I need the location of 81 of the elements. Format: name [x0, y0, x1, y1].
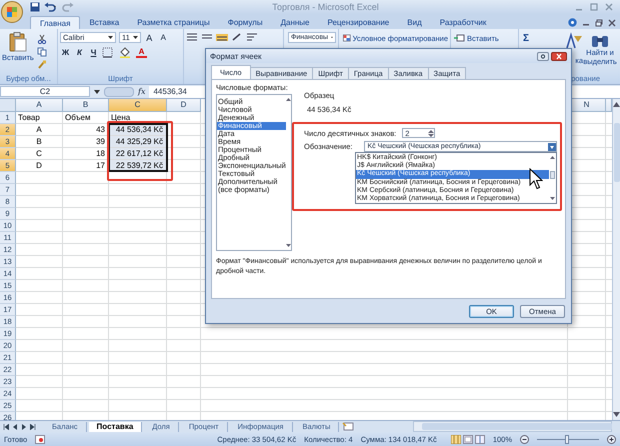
- bold-button[interactable]: Ж: [60, 47, 71, 58]
- name-box[interactable]: C2: [0, 86, 90, 97]
- table-cell-text: 43: [95, 124, 106, 135]
- column-header[interactable]: C: [109, 99, 167, 112]
- scroll-down-icon[interactable]: [613, 412, 620, 418]
- orientation-icon[interactable]: [231, 32, 243, 42]
- dropdown-icon: [108, 36, 113, 39]
- scrollbar-thumb[interactable]: [550, 171, 555, 179]
- close-icon[interactable]: [608, 18, 616, 26]
- wrap-icon[interactable]: [246, 32, 258, 42]
- new-sheet-icon[interactable]: [341, 422, 356, 431]
- zoom-in-icon[interactable]: [607, 434, 616, 444]
- align-top-icon[interactable]: [186, 32, 198, 42]
- dropdown-icon: [132, 36, 138, 39]
- help-icon[interactable]: [568, 18, 577, 27]
- shrink-font-button[interactable]: A: [158, 32, 169, 43]
- font-color-button[interactable]: A: [136, 47, 147, 58]
- close-icon[interactable]: [551, 52, 567, 60]
- ribbon-tab[interactable]: Вид: [398, 16, 431, 29]
- sheet-tab[interactable]: Поставка: [88, 422, 142, 432]
- table-cell-text: 18: [95, 148, 106, 159]
- save-icon[interactable]: [30, 2, 40, 12]
- insert-row-icon: [454, 33, 465, 43]
- table-cell-text: C: [35, 148, 43, 159]
- copy-icon[interactable]: [36, 47, 47, 57]
- clipboard-icon: [8, 32, 27, 52]
- scissors-icon[interactable]: [36, 34, 47, 44]
- undo-icon[interactable]: [44, 2, 58, 12]
- first-sheet-icon[interactable]: [3, 424, 9, 430]
- italic-button[interactable]: К: [74, 47, 85, 58]
- table-cell-text: Цена: [110, 112, 132, 123]
- table-icon: [343, 33, 351, 43]
- ribbon-tab[interactable]: Данные: [272, 16, 318, 29]
- ribbon-tab[interactable]: Вставка: [80, 16, 128, 29]
- underline-button[interactable]: Ч: [88, 47, 99, 58]
- scroll-up-icon[interactable]: [613, 101, 620, 107]
- column-header[interactable]: A: [16, 99, 63, 112]
- table-cell-text: D: [35, 160, 43, 171]
- spin-arrows-icon: [428, 128, 434, 138]
- scroll-down-icon[interactable]: [286, 244, 291, 247]
- zoom-slider-thumb[interactable]: [565, 434, 569, 444]
- column-header[interactable]: D: [167, 99, 201, 112]
- ribbon-tab[interactable]: Разработчик: [430, 16, 496, 29]
- selection-frame: [108, 123, 168, 172]
- table-cell-text: Товар: [17, 112, 41, 123]
- table-cell-text: 39: [95, 136, 106, 147]
- table-cell-text: B: [35, 136, 43, 147]
- table-cell-text: Объем: [64, 112, 92, 123]
- page-layout-icon[interactable]: [462, 434, 473, 444]
- next-sheet-icon[interactable]: [21, 424, 27, 430]
- window-title: Торговля - Microsoft Excel: [271, 2, 380, 12]
- table-cell-text: A: [35, 124, 43, 135]
- zoom-out-icon[interactable]: [520, 434, 529, 444]
- table-cell-text: 17: [95, 160, 106, 171]
- ribbon-tab[interactable]: Разметка страницы: [128, 16, 219, 29]
- restore-icon[interactable]: [595, 18, 603, 26]
- help-icon[interactable]: [537, 52, 549, 60]
- fill-bucket-icon[interactable]: [119, 47, 133, 58]
- table-cell: 22 617,12 Kč: [109, 148, 166, 159]
- highlight-frame: [107, 121, 173, 181]
- ribbon-tab[interactable]: Главная: [30, 16, 80, 29]
- macro-record-icon[interactable]: [35, 434, 46, 444]
- align-bottom-icon[interactable]: [216, 32, 228, 42]
- table-cell: 44 325,29 Kč: [109, 136, 166, 147]
- function-label[interactable]: fx: [138, 87, 146, 96]
- scroll-down-icon[interactable]: [550, 197, 555, 200]
- grow-font-button[interactable]: A: [144, 32, 155, 43]
- last-sheet-icon[interactable]: [30, 424, 36, 430]
- scroll-up-icon[interactable]: [550, 156, 555, 159]
- scrollbar-thumb[interactable]: [614, 123, 620, 182]
- dialog-title: Формат ячеек: [210, 52, 262, 60]
- cursor-icon: [529, 168, 543, 190]
- sort-filter-icon[interactable]: [565, 32, 584, 50]
- page-break-icon[interactable]: [474, 434, 485, 444]
- ribbon-tab[interactable]: Формулы: [218, 16, 272, 29]
- horizontal-scrollbar[interactable]: [413, 421, 612, 432]
- ribbon-tab[interactable]: Рецензирование: [318, 16, 398, 29]
- previous-sheet-icon[interactable]: [12, 424, 18, 430]
- autosum-button[interactable]: Σ: [523, 32, 530, 44]
- column-header[interactable]: B: [63, 99, 109, 112]
- dropdown-icon[interactable]: [94, 90, 100, 94]
